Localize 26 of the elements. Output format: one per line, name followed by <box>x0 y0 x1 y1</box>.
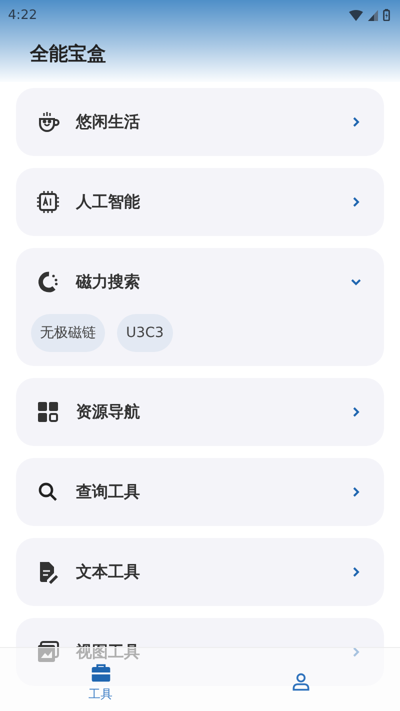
smiling-cup-icon <box>36 110 60 134</box>
loading-spinner-icon <box>36 270 60 294</box>
nav-label: 工具 <box>88 686 112 703</box>
toolbox-icon <box>90 663 112 682</box>
site-chip[interactable]: 无极磁链 <box>31 314 105 352</box>
category-card[interactable]: 人工智能 <box>16 168 384 236</box>
category-card[interactable]: 磁力搜索 无极磁链 U3C3 <box>16 248 384 366</box>
app-title: 全能宝盒 <box>28 42 107 67</box>
category-label: 资源导航 <box>76 402 141 422</box>
battery-icon <box>383 9 390 21</box>
ai-chip-icon <box>36 190 60 214</box>
category-label: 文本工具 <box>76 562 141 582</box>
wifi-icon <box>349 10 363 20</box>
signal-icon <box>368 10 378 20</box>
category-card[interactable]: 悠闲生活 <box>16 88 384 156</box>
status-time: 4:22 <box>8 8 38 22</box>
category-label: 悠闲生活 <box>76 112 141 132</box>
site-chip[interactable]: U3C3 <box>117 314 173 352</box>
category-label: 查询工具 <box>76 482 141 502</box>
category-label: 人工智能 <box>76 192 141 212</box>
category-label: 磁力搜索 <box>76 272 141 292</box>
category-card[interactable]: 资源导航 <box>16 378 384 446</box>
category-card[interactable]: 查询工具 <box>16 458 384 526</box>
grid-icon <box>36 400 60 424</box>
category-card[interactable]: 文本工具 <box>16 538 384 606</box>
gallery-icon <box>36 640 60 664</box>
